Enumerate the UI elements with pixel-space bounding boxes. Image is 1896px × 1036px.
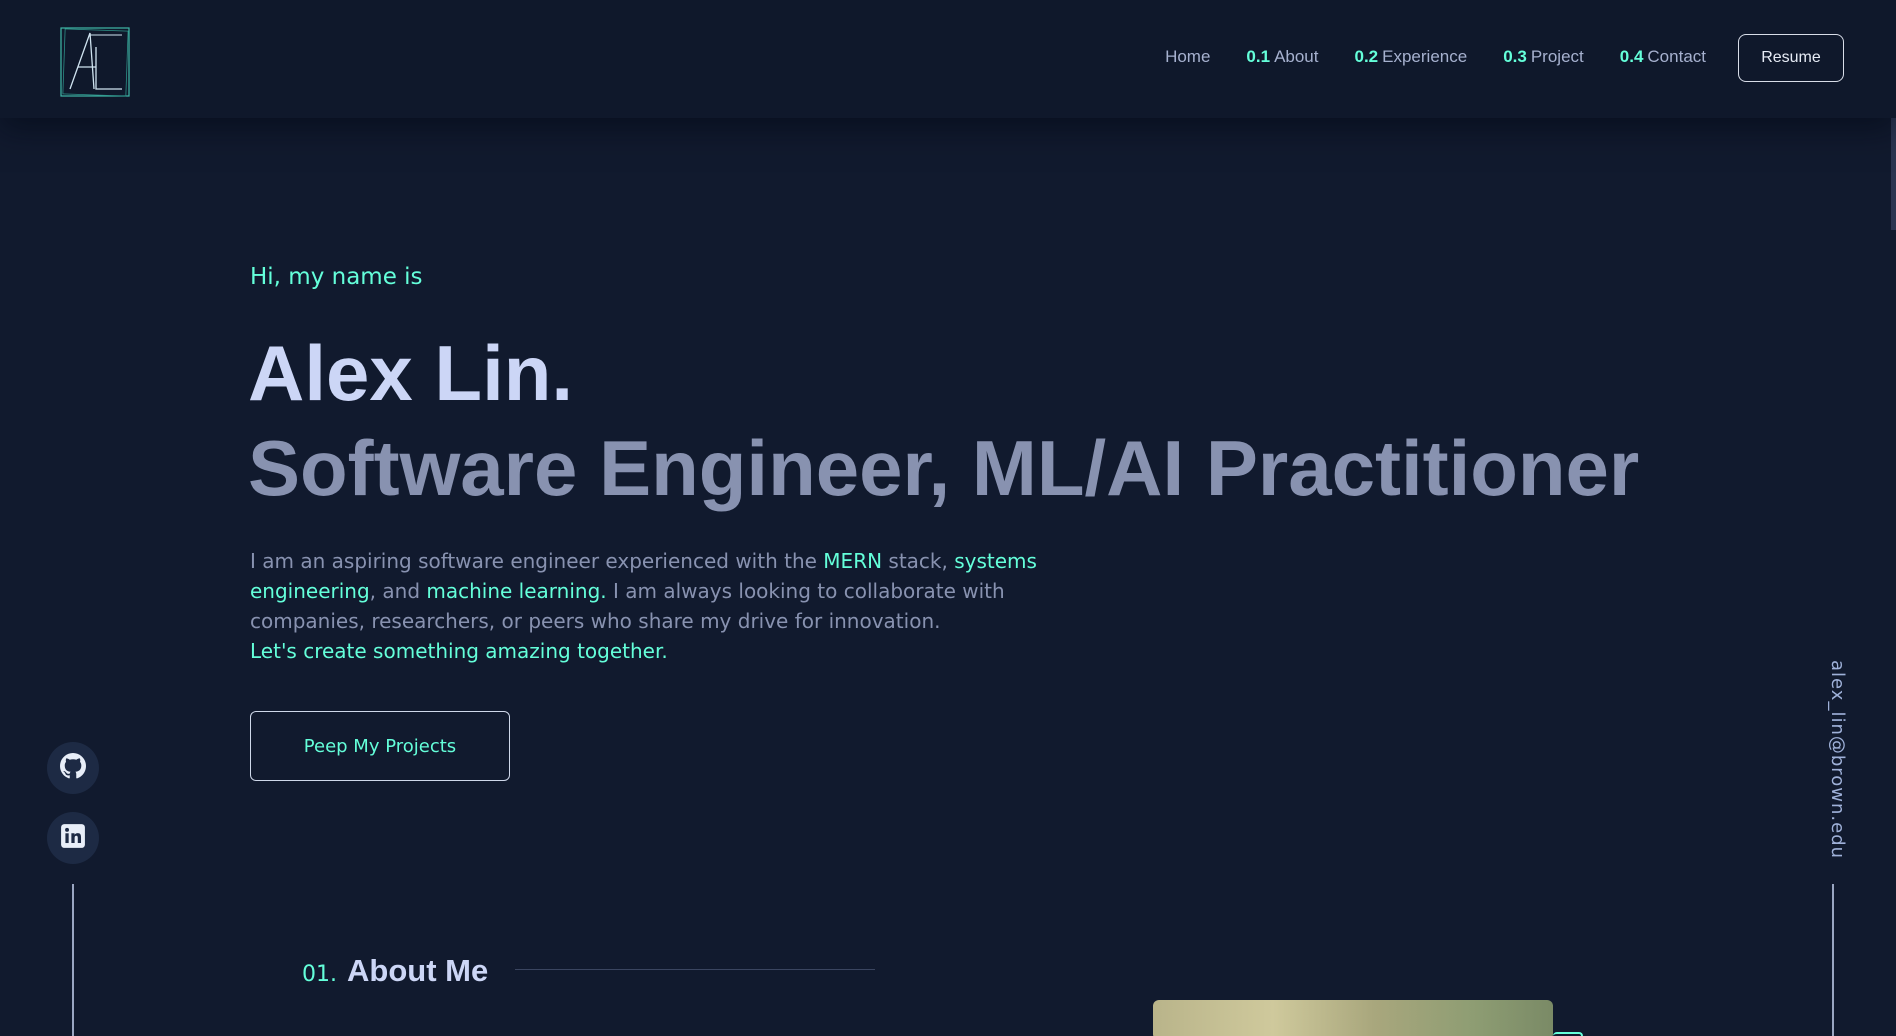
bio-highlight-mern: MERN xyxy=(823,549,883,573)
bio-text: stack, xyxy=(882,549,955,573)
hero-name: Alex Lin. xyxy=(248,329,574,417)
linkedin-link[interactable] xyxy=(47,812,99,864)
top-navbar: Home 0.1 About 0.2 Experience 0.3 Project 0… xyxy=(0,0,1896,118)
nav-link-label: Experience xyxy=(1382,47,1468,66)
nav-link-home[interactable]: Home xyxy=(1165,47,1210,67)
resume-button[interactable]: Resume xyxy=(1738,34,1844,82)
nav-link-label: About xyxy=(1274,47,1319,66)
about-number: 01. xyxy=(302,962,337,987)
nav-links: Home 0.1 About 0.2 Experience 0.3 Project 0… xyxy=(1165,47,1706,67)
nav-link-contact[interactable]: 0.4 Contact xyxy=(1620,47,1706,67)
peep-projects-button[interactable]: Peep My Projects xyxy=(250,711,510,781)
left-divider-line xyxy=(72,884,74,1036)
about-heading: 01. About Me xyxy=(302,953,488,989)
nav-link-number: 0.3 xyxy=(1503,47,1527,66)
hero-title: Software Engineer, ML/AI Practitioner xyxy=(248,424,1640,512)
photo-accent-frame xyxy=(1553,1032,1583,1036)
bio-highlight-ml: machine learning. xyxy=(426,579,607,603)
logo-icon[interactable] xyxy=(60,27,130,97)
nav-link-number: 0.2 xyxy=(1354,47,1379,66)
nav-link-about[interactable]: 0.1 About xyxy=(1246,47,1318,67)
bio-text: I am an aspiring software engineer exper… xyxy=(250,549,824,573)
about-title: About Me xyxy=(347,953,489,988)
nav-link-label: Project xyxy=(1530,47,1584,66)
github-icon xyxy=(60,753,86,783)
nav-link-label: Contact xyxy=(1647,47,1706,66)
bio-cta: Let's create something amazing together. xyxy=(250,639,668,663)
nav-link-number: 0.1 xyxy=(1246,47,1271,66)
email-link[interactable]: alex_lin@brown.edu xyxy=(1818,660,1848,859)
nav-link-experience[interactable]: 0.2 Experience xyxy=(1355,47,1468,67)
hero-greeting: Hi, my name is xyxy=(250,264,423,290)
about-heading-rule xyxy=(515,969,875,970)
nav-link-label: Home xyxy=(1165,47,1211,66)
bio-text: , and xyxy=(369,579,427,603)
portfolio-page: Home 0.1 About 0.2 Experience 0.3 Project 0… xyxy=(0,0,1896,1036)
nav-link-number: 0.4 xyxy=(1619,47,1644,66)
right-divider-line xyxy=(1832,884,1834,1036)
linkedin-icon xyxy=(60,823,86,853)
github-link[interactable] xyxy=(47,742,99,794)
hero-bio: I am an aspiring software engineer exper… xyxy=(250,546,1070,666)
profile-photo xyxy=(1153,1000,1553,1036)
nav-link-project[interactable]: 0.3 Project xyxy=(1503,47,1584,67)
